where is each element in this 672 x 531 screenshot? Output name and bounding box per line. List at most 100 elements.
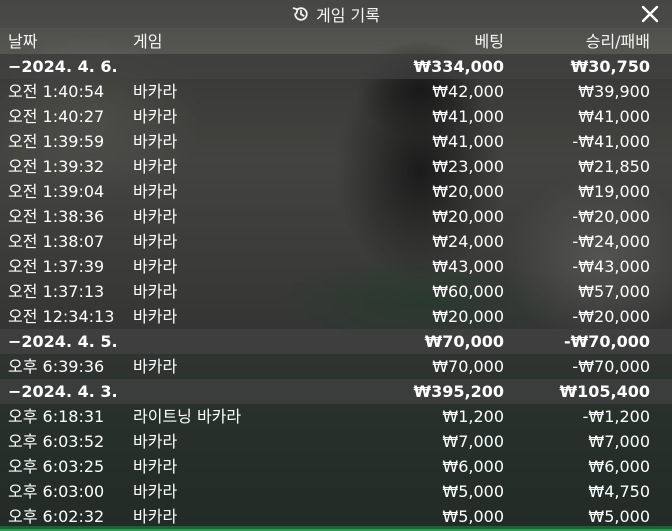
row-win-loss: -₩1,200 bbox=[582, 407, 650, 426]
row-time: 오후 6:03:25 bbox=[8, 457, 105, 476]
row-bet: ₩20,000 bbox=[432, 207, 504, 226]
row-win-loss: -₩20,000 bbox=[572, 207, 650, 226]
column-header-bet[interactable]: 베팅 bbox=[475, 29, 504, 54]
row-game: 라이트닝 바카라 bbox=[133, 407, 242, 426]
row-game: 바카라 bbox=[133, 82, 178, 101]
row-win-loss: -₩24,000 bbox=[572, 232, 650, 251]
table-row: 오전 1:38:07 바카라 ₩24,000 -₩24,000 bbox=[0, 229, 672, 254]
row-win-loss: ₩57,000 bbox=[578, 282, 650, 301]
row-win-loss: ₩105,400 bbox=[559, 382, 650, 401]
row-game: 바카라 bbox=[133, 432, 178, 451]
table-row: 오전 1:38:36 바카라 ₩20,000 -₩20,000 bbox=[0, 204, 672, 229]
row-game: 바카라 bbox=[133, 457, 178, 476]
row-win-loss: -₩41,000 bbox=[572, 132, 650, 151]
row-game: 바카라 bbox=[133, 507, 178, 526]
row-win-loss: -₩20,000 bbox=[572, 307, 650, 326]
table-row: 오전 1:39:32 바카라 ₩23,000 ₩21,850 bbox=[0, 154, 672, 179]
row-win-loss: -₩43,000 bbox=[572, 257, 650, 276]
row-time: 오전 1:38:36 bbox=[8, 207, 105, 226]
row-bet: ₩41,000 bbox=[432, 107, 504, 126]
row-game: 바카라 bbox=[133, 282, 178, 301]
game-history-panel: 게임 기록 날짜 게임 베팅 승리/패배 −2024. 4. 6. ₩334,00… bbox=[0, 0, 672, 531]
row-win-loss: ₩41,000 bbox=[578, 107, 650, 126]
table-row: 오전 1:40:54 바카라 ₩42,000 ₩39,900 bbox=[0, 79, 672, 104]
row-game: 바카라 bbox=[133, 182, 178, 201]
row-time: 오전 12:34:13 bbox=[8, 307, 115, 326]
row-time: 오전 1:38:07 bbox=[8, 232, 105, 251]
group-date: −2024. 4. 3. bbox=[8, 382, 118, 401]
panel-title: 게임 기록 bbox=[0, 0, 672, 28]
row-bet: ₩60,000 bbox=[432, 282, 504, 301]
row-bet: ₩42,000 bbox=[432, 82, 504, 101]
row-win-loss: ₩39,900 bbox=[578, 82, 650, 101]
history-icon bbox=[292, 5, 310, 23]
row-bet: ₩334,000 bbox=[413, 57, 504, 76]
row-game: 바카라 bbox=[133, 157, 178, 176]
table-row: 오후 6:03:52 바카라 ₩7,000 ₩7,000 bbox=[0, 429, 672, 454]
row-win-loss: ₩30,750 bbox=[570, 57, 650, 76]
row-bet: ₩1,200 bbox=[442, 407, 504, 426]
row-bet: ₩20,000 bbox=[432, 182, 504, 201]
table-row: 오후 6:39:36 바카라 ₩70,000 -₩70,000 bbox=[0, 354, 672, 379]
group-date: −2024. 4. 5. bbox=[8, 332, 118, 351]
panel-title-text: 게임 기록 bbox=[316, 6, 380, 25]
row-bet: ₩43,000 bbox=[432, 257, 504, 276]
table-row: 오후 6:02:32 바카라 ₩5,000 ₩5,000 bbox=[0, 504, 672, 529]
group-date: −2024. 4. 6. bbox=[8, 57, 118, 76]
close-icon[interactable] bbox=[640, 4, 660, 24]
table-row: 오전 1:37:13 바카라 ₩60,000 ₩57,000 bbox=[0, 279, 672, 304]
row-win-loss: ₩21,850 bbox=[578, 157, 650, 176]
row-time: 오전 1:39:59 bbox=[8, 132, 105, 151]
table-row: 오전 1:37:39 바카라 ₩43,000 -₩43,000 bbox=[0, 254, 672, 279]
table-row: 오전 1:40:27 바카라 ₩41,000 ₩41,000 bbox=[0, 104, 672, 129]
row-bet: ₩70,000 bbox=[432, 357, 504, 376]
row-time: 오전 1:40:27 bbox=[8, 107, 105, 126]
row-game: 바카라 bbox=[133, 207, 178, 226]
table-row: 오전 1:39:04 바카라 ₩20,000 ₩19,000 bbox=[0, 179, 672, 204]
column-header-game[interactable]: 게임 bbox=[133, 29, 162, 54]
row-game: 바카라 bbox=[133, 257, 178, 276]
row-win-loss: ₩6,000 bbox=[588, 457, 650, 476]
row-bet: ₩41,000 bbox=[432, 132, 504, 151]
row-bet: ₩70,000 bbox=[424, 332, 504, 351]
row-bet: ₩24,000 bbox=[432, 232, 504, 251]
row-time: 오전 1:39:04 bbox=[8, 182, 105, 201]
row-game: 바카라 bbox=[133, 482, 178, 501]
row-time: 오전 1:37:39 bbox=[8, 257, 105, 276]
table-header: 날짜 게임 베팅 승리/패배 bbox=[0, 29, 672, 54]
row-time: 오후 6:03:52 bbox=[8, 432, 105, 451]
row-game: 바카라 bbox=[133, 357, 178, 376]
row-bet: ₩20,000 bbox=[432, 307, 504, 326]
date-group-row[interactable]: −2024. 4. 5. ₩70,000 -₩70,000 bbox=[0, 329, 672, 354]
table-row: 오전 1:39:59 바카라 ₩41,000 -₩41,000 bbox=[0, 129, 672, 154]
column-header-win-loss[interactable]: 승리/패배 bbox=[586, 29, 650, 54]
row-bet: ₩7,000 bbox=[442, 432, 504, 451]
table-row: 오후 6:18:31 라이트닝 바카라 ₩1,200 -₩1,200 bbox=[0, 404, 672, 429]
row-win-loss: ₩5,000 bbox=[588, 507, 650, 526]
row-win-loss: ₩7,000 bbox=[588, 432, 650, 451]
row-time: 오후 6:39:36 bbox=[8, 357, 105, 376]
table-row: 오전 12:34:13 바카라 ₩20,000 -₩20,000 bbox=[0, 304, 672, 329]
column-header-date[interactable]: 날짜 bbox=[8, 29, 37, 54]
row-win-loss: -₩70,000 bbox=[572, 357, 650, 376]
row-time: 오후 6:02:32 bbox=[8, 507, 105, 526]
row-win-loss: ₩19,000 bbox=[578, 182, 650, 201]
row-bet: ₩395,200 bbox=[413, 382, 504, 401]
row-bet: ₩5,000 bbox=[442, 482, 504, 501]
row-bet: ₩23,000 bbox=[432, 157, 504, 176]
table-row: 오후 6:03:25 바카라 ₩6,000 ₩6,000 bbox=[0, 454, 672, 479]
date-group-row[interactable]: −2024. 4. 6. ₩334,000 ₩30,750 bbox=[0, 54, 672, 79]
row-game: 바카라 bbox=[133, 107, 178, 126]
row-time: 오후 6:18:31 bbox=[8, 407, 105, 426]
row-time: 오후 6:03:00 bbox=[8, 482, 105, 501]
row-bet: ₩5,000 bbox=[442, 507, 504, 526]
table-row: 오후 6:03:00 바카라 ₩5,000 ₩4,750 bbox=[0, 479, 672, 504]
row-win-loss: ₩4,750 bbox=[588, 482, 650, 501]
row-bet: ₩6,000 bbox=[442, 457, 504, 476]
row-game: 바카라 bbox=[133, 232, 178, 251]
date-group-row[interactable]: −2024. 4. 3. ₩395,200 ₩105,400 bbox=[0, 379, 672, 404]
row-game: 바카라 bbox=[133, 132, 178, 151]
row-win-loss: -₩70,000 bbox=[563, 332, 650, 351]
row-time: 오전 1:40:54 bbox=[8, 82, 105, 101]
row-time: 오전 1:39:32 bbox=[8, 157, 105, 176]
